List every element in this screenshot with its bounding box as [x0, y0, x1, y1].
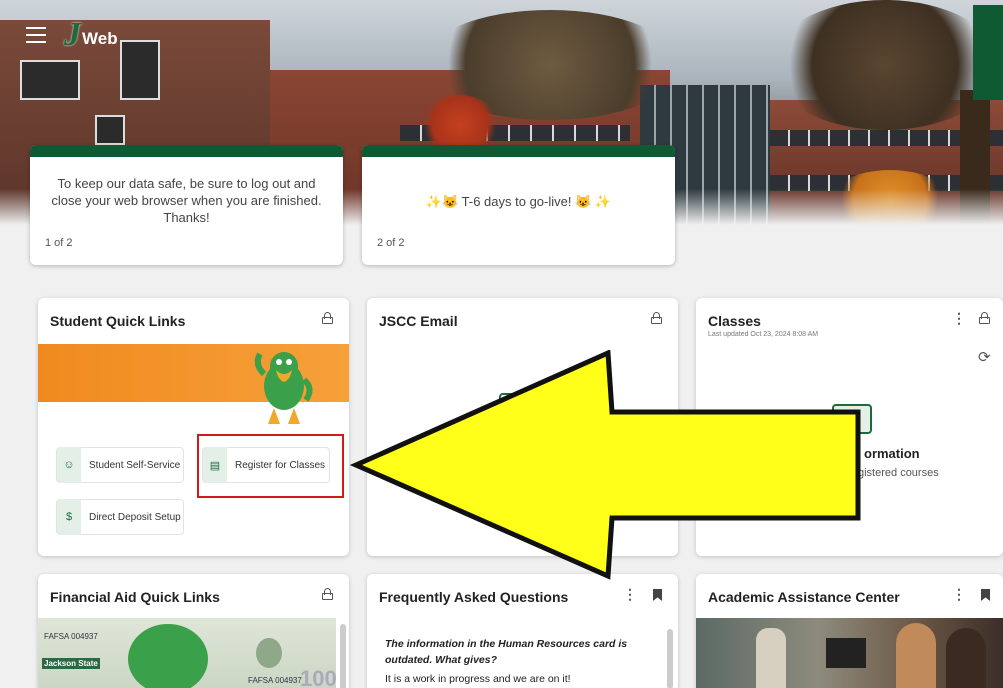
academic-assistance-card: Academic Assistance Center ⋮: [696, 574, 1003, 688]
faq-card: Frequently Asked Questions ⋮ The informa…: [367, 574, 678, 688]
card-title: Academic Assistance Center: [708, 589, 900, 605]
faq-question: The information in the Human Resources c…: [385, 638, 628, 666]
money-bill-image: FAFSA 004937 Jackson State FAFSA 004937 …: [38, 618, 336, 688]
refresh-icon[interactable]: ⟳: [978, 348, 991, 366]
financial-aid-card: Financial Aid Quick Links FAFSA 004937 J…: [38, 574, 349, 688]
classes-info-text: gistered courses: [858, 467, 939, 479]
direct-deposit-setup-link[interactable]: $ Direct Deposit Setup: [56, 499, 184, 535]
announcement-card-1: To keep our data safe, be sure to log ou…: [30, 145, 343, 265]
bill-text: 100: [300, 666, 336, 688]
announcement-card-2: ✨😺 T-6 days to go-live! 😺 ✨ 2 of 2: [362, 145, 675, 265]
card-title: Classes: [708, 313, 761, 329]
card-title: Financial Aid Quick Links: [50, 589, 220, 605]
faq-answer: It is a work in progress and we are on i…: [385, 673, 571, 685]
logo-text: Web: [82, 29, 118, 48]
card-title: Frequently Asked Questions: [379, 589, 569, 605]
announcement-bar: [362, 145, 675, 157]
lock-icon[interactable]: [979, 312, 990, 324]
kebab-menu-icon[interactable]: ⋮: [623, 586, 637, 603]
bookmark-icon[interactable]: [981, 589, 990, 601]
bill-text: FAFSA 004937: [44, 632, 98, 641]
kebab-menu-icon[interactable]: ⋮: [952, 310, 966, 327]
bookmark-icon[interactable]: [653, 589, 662, 601]
kebab-menu-icon[interactable]: ⋮: [952, 586, 966, 603]
logo-j: J: [64, 16, 81, 53]
card-title: JSCC Email: [379, 313, 458, 329]
classes-info-title: ormation: [864, 446, 920, 461]
user-check-icon: ☺: [57, 447, 81, 483]
classroom-photo: [696, 618, 1003, 688]
jweb-logo[interactable]: J Web: [64, 18, 118, 52]
scrollbar[interactable]: [340, 624, 346, 688]
announcement-message: To keep our data safe, be sure to log ou…: [51, 176, 322, 225]
dollar-icon: $: [57, 499, 81, 535]
lock-icon[interactable]: [322, 312, 333, 324]
hamburger-menu-icon[interactable]: [26, 27, 46, 43]
announcement-message: ✨😺 T-6 days to go-live! 😺 ✨: [425, 194, 612, 209]
bill-text: Jackson State: [42, 658, 100, 669]
bill-portrait: [256, 638, 282, 668]
bill-text: FAFSA 004937: [248, 676, 302, 685]
classes-info: ormation: [864, 446, 920, 461]
link-label: Student Self-Service: [89, 459, 181, 471]
lock-icon[interactable]: [322, 588, 333, 600]
parrot-mascot-icon: [128, 624, 208, 688]
announcement-pager: 1 of 2: [45, 237, 73, 249]
student-self-service-link[interactable]: ☺ Student Self-Service: [56, 447, 184, 483]
student-quick-links-card: Student Quick Links ☺ Student Self-Servi…: [38, 298, 349, 556]
announcement-pager: 2 of 2: [377, 237, 405, 249]
red-highlight-box: [197, 434, 344, 498]
announcement-bar: [30, 145, 343, 157]
yellow-arrow-annotation: [350, 350, 861, 580]
top-nav: J Web: [26, 18, 118, 52]
green-banner-flag: [973, 5, 1003, 100]
scrollbar[interactable]: [667, 629, 673, 688]
lock-icon[interactable]: [651, 312, 662, 324]
parrot-mascot-icon: [254, 352, 313, 424]
link-label: Direct Deposit Setup: [89, 511, 181, 523]
last-updated-text: Last updated Oct 23, 2024 8:08 AM: [708, 331, 819, 338]
card-title: Student Quick Links: [50, 313, 186, 329]
